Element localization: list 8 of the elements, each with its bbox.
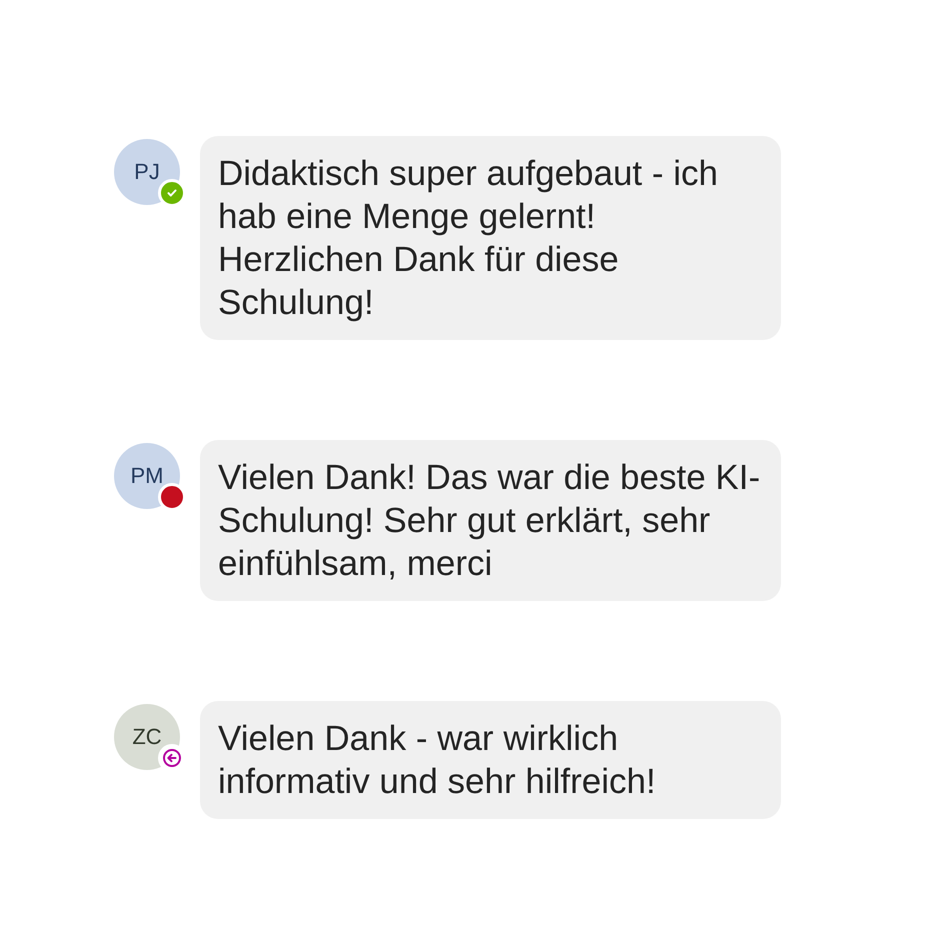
message-bubble: Didaktisch super aufgebaut - ich hab eine Menge gelernt! Herzlichen Dank für diese Schulung! [200,136,781,340]
message-bubble: Vielen Dank! Das war die beste KI-Schulung! Sehr gut erklärt, sehr einfühlsam, merci [200,440,781,601]
avatar-initials: PJ [134,159,160,185]
avatar-initials: PM [130,463,164,489]
check-icon [166,187,178,199]
message-bubble: Vielen Dank - war wirklich informativ und sehr hilfreich! [200,701,781,819]
arrow-left-icon [162,748,182,768]
avatar-initials: ZC [132,724,162,750]
